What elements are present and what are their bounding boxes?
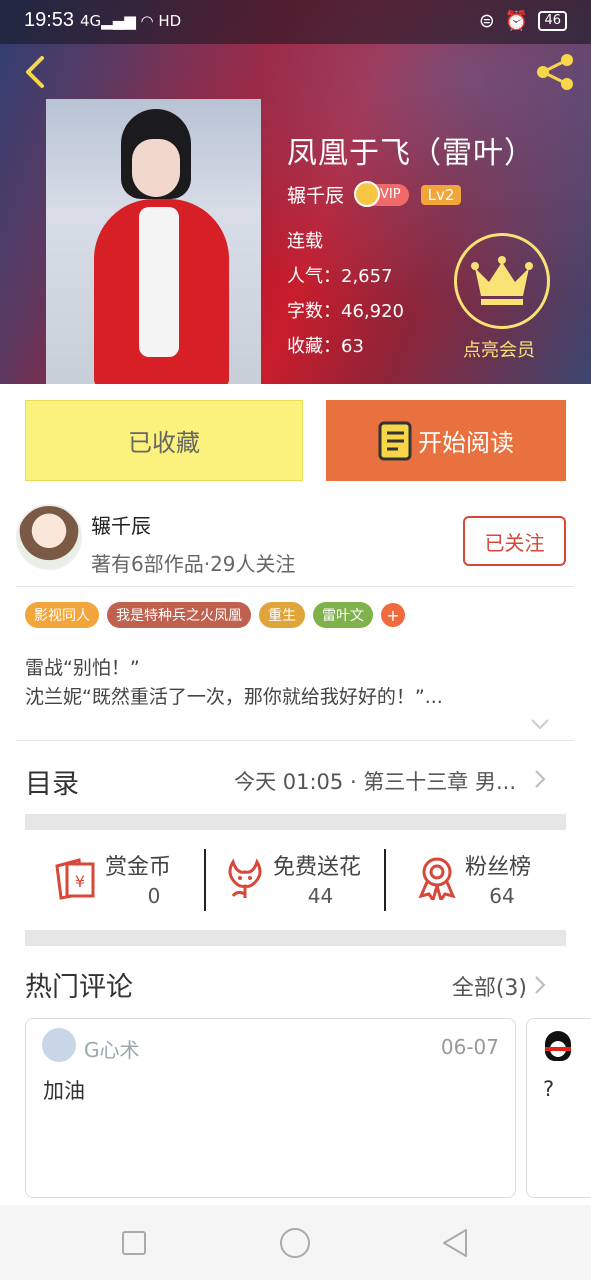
start-reading-button[interactable]: 开始阅读 <box>326 400 566 481</box>
signal-icon: 4G▂▄▆ ◠ HD <box>80 12 182 30</box>
interaction-stats: ¥ 赏金币 0 免费送花 44 粉丝榜 64 <box>25 844 566 924</box>
system-navigation-bar <box>0 1205 591 1280</box>
free-flowers-button[interactable]: 免费送花 44 <box>223 844 398 916</box>
more-tags-button[interactable]: + <box>381 603 405 627</box>
comment-card[interactable]: G心术 06-07 加油 <box>25 1018 516 1198</box>
comment-date: 06-07 <box>440 1035 499 1059</box>
author-name: 辗千辰 <box>91 514 151 538</box>
status-time: 19:53 <box>24 9 75 31</box>
home-icon[interactable] <box>277 1225 313 1261</box>
book-title: 凤凰于飞（雷叶） <box>287 136 535 171</box>
tag-list: 影视同人 我是特种兵之火凤凰 重生 雷叶文 + <box>25 602 405 628</box>
divider <box>204 849 206 911</box>
hot-comments-header: 热门评论 全部(3) <box>25 965 551 1005</box>
collected-button[interactable]: 已收藏 <box>25 400 303 481</box>
table-of-contents-row[interactable]: 目录 今天 01:05 · 第三十三章 男... <box>25 754 551 804</box>
crown-icon <box>471 256 533 305</box>
section-separator <box>25 814 566 830</box>
status-right: ⊜ ⏰ 46 <box>479 9 567 32</box>
vip-member-label[interactable]: 点亮会员 <box>463 336 535 362</box>
status-bar: 19:53 4G▂▄▆ ◠ HD ⊜ ⏰ 46 <box>0 0 591 44</box>
follow-button[interactable]: 已关注 <box>463 516 566 566</box>
crown-icon <box>354 180 381 207</box>
divider <box>16 740 574 741</box>
avatar[interactable] <box>16 504 82 570</box>
reward-coins-button[interactable]: ¥ 赏金币 0 <box>53 844 203 916</box>
comment-text: 加油 <box>43 1079 85 1103</box>
level-badge: Lv2 <box>420 184 462 205</box>
comment-text: ? <box>543 1077 555 1101</box>
toc-title: 目录 <box>25 769 79 800</box>
user-avatar-icon <box>42 1028 76 1062</box>
lock-icon: ⊜ <box>478 9 495 32</box>
alarm-icon: ⏰ <box>504 10 529 32</box>
book-popularity: 人气：2,657 <box>287 266 393 287</box>
chevron-right-icon <box>535 770 546 788</box>
author-stats: 著有6部作品·29人关注 <box>91 552 296 576</box>
tag[interactable]: 雷叶文 <box>313 602 373 628</box>
author-line: 辗千辰 VIP Lv2 <box>287 180 462 208</box>
author-row[interactable]: 辗千辰 著有6部作品·29人关注 已关注 <box>16 504 574 584</box>
vip-member-button[interactable] <box>454 233 550 329</box>
share-icon[interactable] <box>533 52 579 92</box>
fans-ranking-button[interactable]: 粉丝榜 64 <box>415 844 565 916</box>
book-favorites: 收藏：63 <box>287 336 364 357</box>
comment-card[interactable]: ? <box>526 1018 591 1198</box>
section-separator <box>25 930 566 946</box>
back-nav-icon[interactable] <box>438 1225 474 1261</box>
back-icon[interactable] <box>18 54 54 90</box>
book-author[interactable]: 辗千辰 <box>287 181 344 208</box>
battery-indicator: 46 <box>538 10 567 31</box>
book-cover[interactable] <box>46 99 261 384</box>
divider <box>384 849 386 911</box>
chevron-right-icon[interactable] <box>533 974 547 996</box>
comment-user: G心术 <box>84 1038 140 1062</box>
summary-line: 沈兰妮“既然重活了一次，那你就给我好好的！”... <box>25 686 443 708</box>
tag[interactable]: 我是特种兵之火凤凰 <box>107 602 251 628</box>
vip-badge: VIP <box>354 180 409 207</box>
chevron-down-icon[interactable] <box>530 717 550 731</box>
book-summary[interactable]: 雷战“别怕！” 沈兰妮“既然重活了一次，那你就给我好好的！”... <box>25 654 545 712</box>
divider <box>16 586 574 587</box>
comments-title: 热门评论 <box>25 972 133 1003</box>
all-comments-link[interactable]: 全部(3) <box>452 970 527 1002</box>
tag[interactable]: 重生 <box>259 602 305 628</box>
book-icon <box>378 421 412 460</box>
recent-apps-icon[interactable] <box>116 1225 152 1261</box>
book-status: 连载 <box>287 231 323 252</box>
book-word-count: 字数：46,920 <box>287 301 404 322</box>
latest-chapter: 今天 01:05 · 第三十三章 男... <box>234 770 516 794</box>
book-header: 19:53 4G▂▄▆ ◠ HD ⊜ ⏰ 46 凤凰于飞（雷叶） 辗千辰 VIP… <box>0 0 591 384</box>
tag[interactable]: 影视同人 <box>25 602 99 628</box>
summary-line: 雷战“别怕！” <box>25 657 140 679</box>
